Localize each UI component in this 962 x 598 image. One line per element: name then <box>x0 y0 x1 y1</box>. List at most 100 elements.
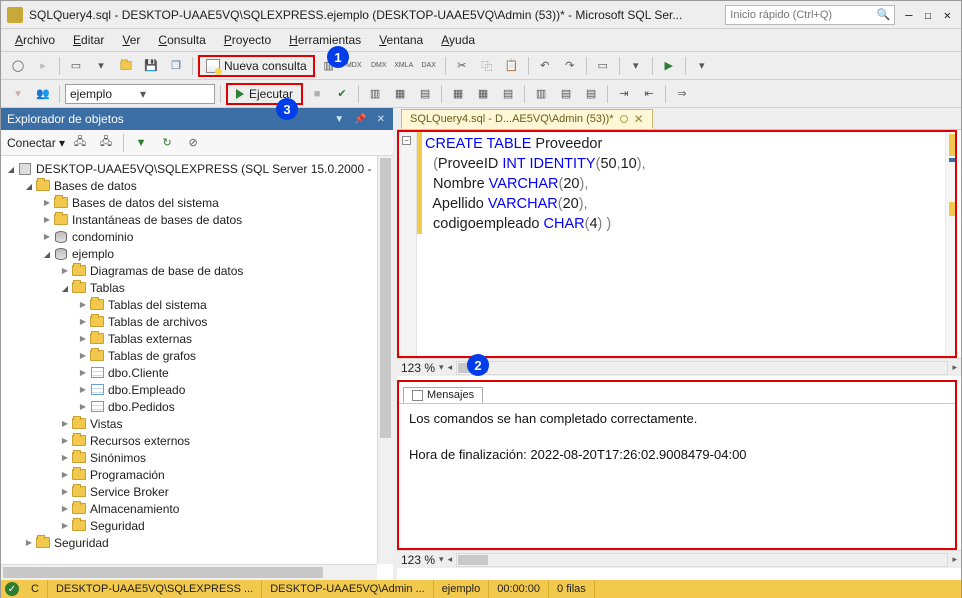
change-conn-icon[interactable]: 👥 <box>32 83 54 105</box>
tree-node[interactable]: Bases de datos <box>3 177 391 194</box>
close-button[interactable]: ✕ <box>944 8 951 22</box>
use-db-icon[interactable]: ▾ <box>7 83 29 105</box>
quick-launch-input[interactable] <box>730 9 876 21</box>
estimated-plan-icon[interactable]: ▥ <box>364 83 386 105</box>
options-dropdown-icon[interactable]: ▾ <box>691 55 713 77</box>
expand-icon[interactable] <box>59 487 71 497</box>
client-stats-icon[interactable]: ▦ <box>447 83 469 105</box>
messages-hscrollbar[interactable] <box>456 553 948 567</box>
tree-node[interactable]: Bases de datos del sistema <box>3 194 391 211</box>
tree-node[interactable]: Tablas <box>3 279 391 296</box>
scroll-right-icon[interactable]: ▸ <box>952 554 957 565</box>
expand-icon[interactable] <box>59 470 71 480</box>
expand-icon[interactable] <box>5 164 17 174</box>
code-text[interactable]: CREATE TABLE Proveedor (ProveeID INT IDE… <box>425 134 947 234</box>
menu-editar[interactable]: Editar <box>65 31 112 49</box>
expand-icon[interactable] <box>23 181 35 191</box>
expand-icon[interactable] <box>41 198 53 208</box>
live-stats-icon[interactable]: ▤ <box>414 83 436 105</box>
menu-consulta[interactable]: Consulta <box>150 31 213 49</box>
menu-ventana[interactable]: Ventana <box>371 31 431 49</box>
tree-server-node[interactable]: DESKTOP-UAAE5VQ\SQLEXPRESS (SQL Server 1… <box>3 160 391 177</box>
uncomment-icon[interactable]: ▤ <box>580 83 602 105</box>
results-file-icon[interactable]: ▥ <box>530 83 552 105</box>
expand-icon[interactable] <box>59 504 71 514</box>
expand-icon[interactable] <box>77 317 89 327</box>
menu-proyecto[interactable]: Proyecto <box>216 31 279 49</box>
expand-icon[interactable] <box>77 334 89 344</box>
expand-icon[interactable] <box>41 249 53 259</box>
messages-body[interactable]: Los comandos se han completado correctam… <box>399 404 955 548</box>
stop-icon[interactable]: ■ <box>306 83 328 105</box>
tree-node[interactable]: Seguridad <box>3 517 391 534</box>
panel-close-icon[interactable]: ✕ <box>375 114 387 125</box>
connect-oe-icon[interactable]: 🖧 <box>95 132 117 154</box>
expand-icon[interactable] <box>77 351 89 361</box>
messages-tab[interactable]: Mensajes <box>403 387 483 403</box>
indent-icon[interactable]: ⇥ <box>613 83 635 105</box>
object-explorer-tree[interactable]: DESKTOP-UAAE5VQ\SQLEXPRESS (SQL Server 1… <box>1 156 393 580</box>
tree-node[interactable]: Sinónimos <box>3 449 391 466</box>
expand-icon[interactable] <box>41 215 53 225</box>
save-icon[interactable]: 💾 <box>140 55 162 77</box>
tree-node[interactable]: Recursos externos <box>3 432 391 449</box>
xmla-icon[interactable]: XMLA <box>393 55 415 77</box>
zoom-dropdown-icon[interactable]: ▾ <box>439 554 444 565</box>
tree-node[interactable]: Service Broker <box>3 483 391 500</box>
disconnect-icon[interactable]: 🖧 <box>69 132 91 154</box>
quick-launch[interactable]: 🔍 <box>725 5 895 25</box>
editor-tab[interactable]: SQLQuery4.sql - D...AE5VQ\Admin (53))* ✕ <box>401 109 653 129</box>
tree-node[interactable]: Tablas de grafos <box>3 347 391 364</box>
paste-icon[interactable]: 📋 <box>501 55 523 77</box>
comment-icon[interactable]: ▤ <box>555 83 577 105</box>
tree-node[interactable]: dbo.Pedidos <box>3 398 391 415</box>
start-icon[interactable]: ▶ <box>658 55 680 77</box>
tree-node[interactable]: Tablas del sistema <box>3 296 391 313</box>
zoom-dropdown-icon[interactable]: ▾ <box>439 362 444 373</box>
tree-node[interactable]: Seguridad <box>3 534 391 551</box>
copy-icon[interactable]: ⿻ <box>476 55 498 77</box>
panel-dropdown-icon[interactable]: ▼ <box>332 114 346 125</box>
expand-icon[interactable] <box>77 385 89 395</box>
tree-node[interactable]: Vistas <box>3 415 391 432</box>
expand-icon[interactable] <box>59 283 71 293</box>
tree-node[interactable]: Tablas de archivos <box>3 313 391 330</box>
find-icon[interactable]: ▭ <box>592 55 614 77</box>
tree-node[interactable]: Diagramas de base de datos <box>3 262 391 279</box>
code-editor-pane[interactable]: − CREATE TABLE Proveedor (ProveeID INT I… <box>397 130 957 358</box>
messages-zoom-level[interactable]: 123 % <box>401 553 435 567</box>
editor-scroll-indicator[interactable] <box>945 132 955 356</box>
cut-icon[interactable]: ✂ <box>451 55 473 77</box>
open-file-icon[interactable] <box>115 55 137 77</box>
zoom-level[interactable]: 123 % <box>401 361 435 375</box>
expand-icon[interactable] <box>77 402 89 412</box>
dax-icon[interactable]: DAX <box>418 55 440 77</box>
panel-pin-icon[interactable]: 📌 <box>352 114 368 125</box>
tree-node[interactable]: Almacenamiento <box>3 500 391 517</box>
nav-fwd-icon[interactable]: ▸ <box>32 55 54 77</box>
nav-back-icon[interactable]: ◯ <box>7 55 29 77</box>
minimize-button[interactable]: — <box>905 8 912 22</box>
tree-node[interactable]: Tablas externas <box>3 330 391 347</box>
scroll-right-icon[interactable]: ▸ <box>952 362 957 373</box>
outdent-icon[interactable]: ⇤ <box>638 83 660 105</box>
stop-oe-icon[interactable]: ⊘ <box>182 132 204 154</box>
save-all-icon[interactable]: ❐ <box>165 55 187 77</box>
tree-node[interactable]: ejemplo <box>3 245 391 262</box>
scroll-left-icon[interactable]: ◂ <box>448 554 453 565</box>
tree-node[interactable]: condominio <box>3 228 391 245</box>
scroll-left-icon[interactable]: ◂ <box>448 362 453 373</box>
expand-icon[interactable] <box>77 300 89 310</box>
connect-button[interactable]: Conectar ▾ <box>7 136 65 150</box>
filter-icon[interactable]: ▼ <box>130 132 152 154</box>
pin-icon[interactable] <box>620 115 628 123</box>
tree-node[interactable]: dbo.Empleado <box>3 381 391 398</box>
expand-icon[interactable] <box>59 436 71 446</box>
tree-scrollbar-vertical[interactable] <box>377 156 393 564</box>
expand-icon[interactable] <box>23 538 35 548</box>
menu-ver[interactable]: Ver <box>114 31 148 49</box>
tree-scrollbar-horizontal[interactable] <box>1 564 377 580</box>
menu-archivo[interactable]: Archivo <box>7 31 63 49</box>
results-grid-icon[interactable]: ▦ <box>472 83 494 105</box>
results-text-icon[interactable]: ▤ <box>497 83 519 105</box>
